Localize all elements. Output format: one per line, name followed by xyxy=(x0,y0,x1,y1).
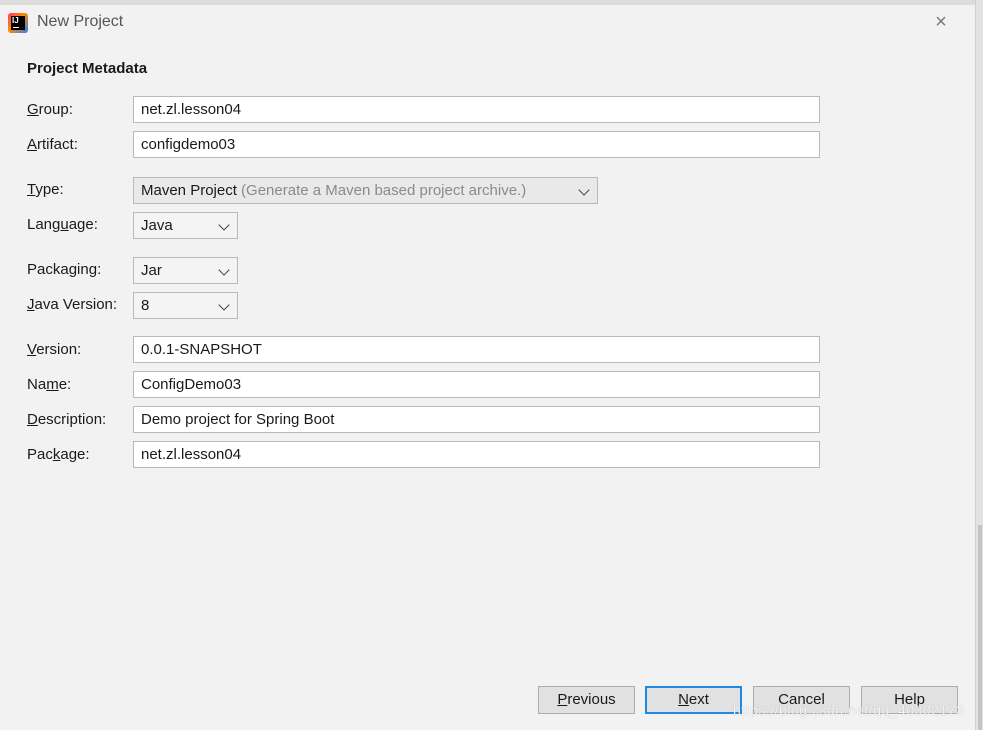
artifact-label: Artifact: xyxy=(27,136,78,153)
scrollbar[interactable] xyxy=(975,0,983,730)
type-select[interactable]: Maven Project (Generate a Maven based pr… xyxy=(133,177,598,204)
window-title: New Project xyxy=(37,13,124,30)
description-label: Description: xyxy=(27,411,107,428)
language-select[interactable]: Java xyxy=(133,212,238,239)
packaging-select[interactable]: Jar xyxy=(133,257,238,284)
packaging-select-value: Jar xyxy=(141,262,162,279)
chevron-down-icon xyxy=(578,184,590,196)
package-field[interactable] xyxy=(133,441,820,468)
chevron-down-icon xyxy=(218,299,230,311)
scrollbar-thumb[interactable] xyxy=(978,525,982,730)
group-label: Group: xyxy=(27,101,73,118)
type-select-hint: (Generate a Maven based project archive.… xyxy=(241,182,527,199)
title-bar: IJ New Project × xyxy=(0,5,975,39)
version-field[interactable] xyxy=(133,336,820,363)
watermark: https://blog.csdn.net/qq_40302173 xyxy=(733,702,965,718)
language-select-value: Java xyxy=(141,217,173,234)
chevron-down-icon xyxy=(218,264,230,276)
artifact-field[interactable] xyxy=(133,131,820,158)
close-icon[interactable]: × xyxy=(930,12,952,34)
language-label: Language: xyxy=(27,216,98,233)
packaging-label: Packaging: xyxy=(27,261,102,278)
type-select-value: Maven Project xyxy=(141,182,237,199)
group-field[interactable] xyxy=(133,96,820,123)
version-label: Version: xyxy=(27,341,82,358)
next-button[interactable]: Next xyxy=(645,686,742,714)
java-version-label: Java Version: xyxy=(27,296,118,313)
description-field[interactable] xyxy=(133,406,820,433)
section-title: Project Metadata xyxy=(27,60,148,77)
previous-button[interactable]: Previous xyxy=(538,686,635,714)
name-label: Name: xyxy=(27,376,72,393)
type-label: Type: xyxy=(27,181,64,198)
name-field[interactable] xyxy=(133,371,820,398)
chevron-down-icon xyxy=(218,219,230,231)
intellij-idea-icon: IJ xyxy=(8,13,28,33)
java-version-select[interactable]: 8 xyxy=(133,292,238,319)
java-version-select-value: 8 xyxy=(141,297,150,314)
package-label: Package: xyxy=(27,446,90,463)
